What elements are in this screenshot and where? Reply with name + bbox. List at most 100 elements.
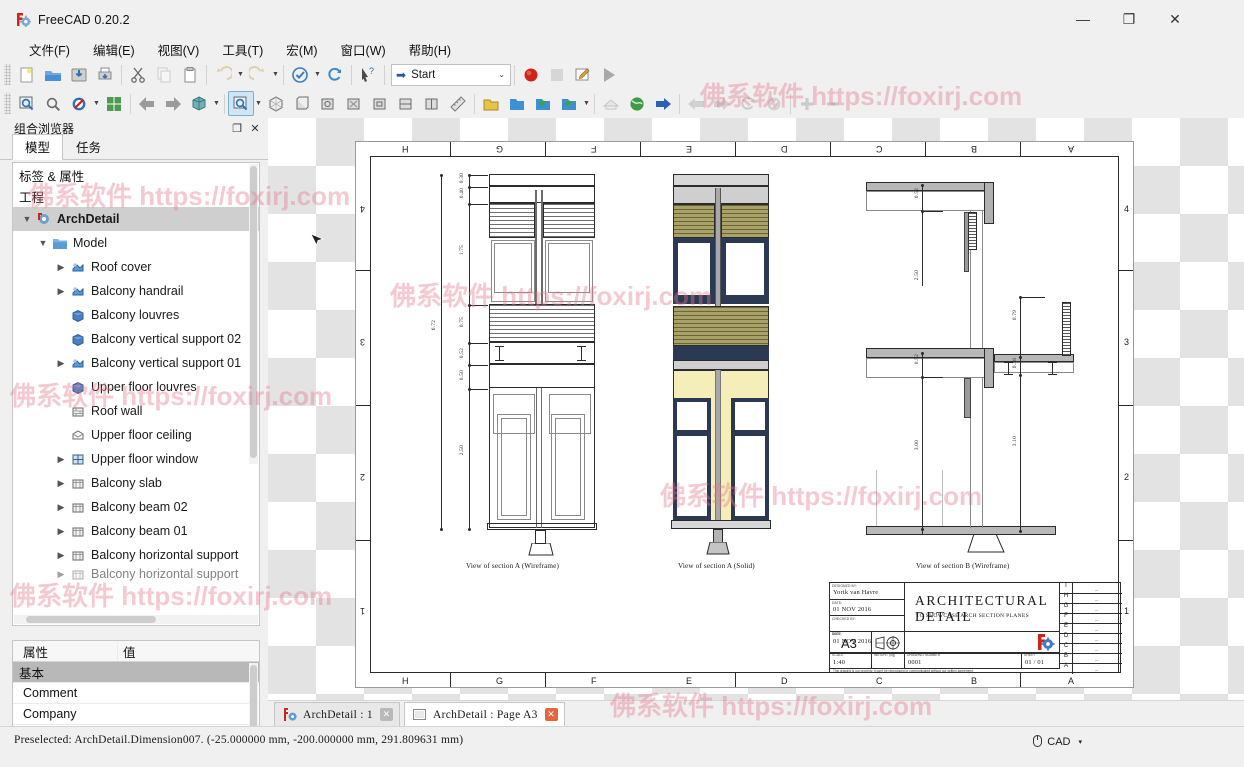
property-row-company[interactable]: Company (13, 704, 259, 725)
doc-tab-archdetail-page-a3[interactable]: ArchDetail : Page A3 ✕ (403, 702, 565, 726)
top-view-icon[interactable] (315, 91, 341, 116)
close-panel-icon[interactable]: ✕ (248, 122, 262, 135)
menu-help[interactable]: 帮助(H) (406, 38, 454, 61)
fit-selection-icon[interactable] (40, 91, 66, 116)
front-view-icon[interactable] (289, 91, 315, 116)
maximize-button[interactable]: ❐ (1106, 0, 1152, 38)
rear-view-icon[interactable] (367, 91, 393, 116)
axonometric-icon[interactable] (101, 91, 127, 116)
tree-item-balcony-handrail[interactable]: ▶ Balcony handrail (13, 279, 259, 303)
chevron-right-icon[interactable]: ▶ (53, 502, 69, 513)
tree-item-upper-floor-window[interactable]: ▶ Upper floor window (13, 447, 259, 471)
model-tree[interactable]: 标签 & 属性 工程 ▼ ArchDetail ▼ Model ▶ Roof c… (12, 162, 260, 626)
link-make-relative-icon[interactable] (556, 91, 582, 116)
chevron-right-icon[interactable]: ▶ (53, 550, 69, 561)
property-group-base[interactable]: 基本 (13, 662, 259, 683)
doc-tab-archdetail-3d[interactable]: ArchDetail : 1 ✕ (274, 702, 400, 726)
chevron-right-icon[interactable]: ▶ (53, 286, 69, 297)
menu-view[interactable]: 视图(V) (155, 38, 203, 61)
tab-model[interactable]: 模型 (12, 134, 64, 160)
undo-dropdown-caret[interactable]: ▼ (236, 62, 245, 87)
tree-item-balcony-vertical-support-01[interactable]: ▶ Balcony vertical support 01 (13, 351, 259, 375)
tree-vertical-scrollbar[interactable] (249, 164, 258, 464)
axonometric-cube-icon[interactable] (263, 91, 289, 116)
nav-back-icon[interactable] (683, 91, 709, 116)
tree-item-upper-floor-ceiling[interactable]: Upper floor ceiling (13, 423, 259, 447)
tree-item-roof-cover[interactable]: ▶ Roof cover (13, 255, 259, 279)
measure-icon[interactable] (445, 91, 471, 116)
tree-item-balcony-vertical-support-02[interactable]: Balcony vertical support 02 (13, 327, 259, 351)
new-document-icon[interactable] (14, 62, 40, 87)
view-back-icon[interactable] (134, 91, 160, 116)
chevron-right-icon[interactable]: ▶ (53, 262, 69, 273)
tree-item-model[interactable]: ▼ Model (13, 231, 259, 255)
tree-item-upper-floor-louvres[interactable]: Upper floor louvres (13, 375, 259, 399)
refresh-check-icon[interactable] (287, 62, 313, 87)
macro-execute-icon[interactable] (596, 62, 622, 87)
nav-stop-icon[interactable] (761, 91, 787, 116)
chevron-right-icon[interactable]: ▶ (53, 478, 69, 489)
nav-forward-icon[interactable] (709, 91, 735, 116)
zoom-out-icon[interactable] (820, 91, 846, 116)
tree-item-roof-wall[interactable]: Roof wall (13, 399, 259, 423)
chevron-right-icon[interactable]: ▶ (53, 454, 69, 465)
tree-horizontal-scrollbar[interactable] (14, 615, 258, 624)
close-button[interactable]: ✕ (1152, 0, 1198, 38)
tree-item-archdetail[interactable]: ▼ ArchDetail (13, 207, 259, 231)
tab-tasks[interactable]: 任务 (63, 134, 114, 159)
title-block[interactable]: DESIGNED BY: Yorik van Havre DATE: 01 NO… (829, 582, 1122, 674)
chevron-down-icon[interactable]: ⌄ (498, 70, 505, 79)
chevron-right-icon[interactable]: ▶ (53, 526, 69, 537)
nav-refresh-icon[interactable] (735, 91, 761, 116)
minimize-button[interactable]: — (1060, 0, 1106, 38)
tree-item-balcony-horizontal-support[interactable]: ▶ Balcony horizontal support (13, 543, 259, 567)
property-row-comment[interactable]: Comment (13, 683, 259, 704)
chevron-down-icon[interactable]: ▾ (1078, 738, 1082, 746)
macro-edit-icon[interactable] (570, 62, 596, 87)
close-tab-icon[interactable]: ✕ (379, 708, 393, 721)
isometric-caret[interactable]: ▼ (212, 91, 221, 116)
workbench-selector[interactable]: ➡ Start ⌄ (391, 63, 511, 86)
menu-tools[interactable]: 工具(T) (219, 38, 266, 61)
std-group-icon[interactable] (478, 91, 504, 116)
tree-item-balcony-slab[interactable]: ▶ Balcony slab (13, 471, 259, 495)
arch-move-icon[interactable] (650, 91, 676, 116)
chevron-right-icon[interactable]: ▶ (53, 569, 69, 580)
chevron-down-icon[interactable]: ▼ (35, 238, 51, 248)
arch-ifc-icon[interactable] (598, 91, 624, 116)
tree-item-balcony-louvres[interactable]: Balcony louvres (13, 303, 259, 327)
macro-record-icon[interactable] (518, 62, 544, 87)
view-section-b-wireframe[interactable]: 0.52 2.50 0.52 3.00 0.79 0.38 3.10 (856, 170, 1116, 560)
view-section-a-solid[interactable] (651, 170, 781, 560)
print-icon[interactable] (92, 62, 118, 87)
redo-icon[interactable] (245, 62, 271, 87)
cut-icon[interactable] (125, 62, 151, 87)
fit-all-icon[interactable] (14, 91, 40, 116)
redo-dropdown-caret[interactable]: ▼ (271, 62, 280, 87)
menu-window[interactable]: 窗口(W) (338, 38, 389, 61)
left-view-icon[interactable] (419, 91, 445, 116)
create-group-icon[interactable] (504, 91, 530, 116)
tree-item-balcony-beam-01[interactable]: ▶ Balcony beam 01 (13, 519, 259, 543)
zoom-box-icon[interactable] (228, 91, 254, 116)
open-document-icon[interactable] (40, 62, 66, 87)
close-tab-icon[interactable]: ✕ (544, 708, 558, 721)
view-section-a-wireframe[interactable]: 6.72 0.30 0.40 1.75 0.75 0.52 0.50 2.50 (431, 170, 611, 560)
zoom-in-icon[interactable] (794, 91, 820, 116)
link-caret[interactable]: ▼ (582, 91, 591, 116)
chevron-down-icon[interactable]: ▼ (19, 214, 35, 224)
menu-edit[interactable]: 编辑(E) (90, 38, 138, 61)
bottom-view-icon[interactable] (393, 91, 419, 116)
drawing-page-a3[interactable]: H G F E D C B A H G F E D C B A 4 3 2 1 … (355, 141, 1134, 688)
paste-icon[interactable] (177, 62, 203, 87)
undo-icon[interactable] (210, 62, 236, 87)
copy-icon[interactable] (151, 62, 177, 87)
chevron-right-icon[interactable]: ▶ (53, 358, 69, 369)
refresh-icon[interactable] (322, 62, 348, 87)
link-make-icon[interactable] (530, 91, 556, 116)
refresh-dropdown-caret[interactable]: ▼ (313, 62, 322, 87)
save-document-icon[interactable] (66, 62, 92, 87)
toolbar-grip[interactable] (4, 93, 11, 114)
navigation-style-selector[interactable]: CAD ▾ (1027, 731, 1088, 753)
right-view-icon[interactable] (341, 91, 367, 116)
